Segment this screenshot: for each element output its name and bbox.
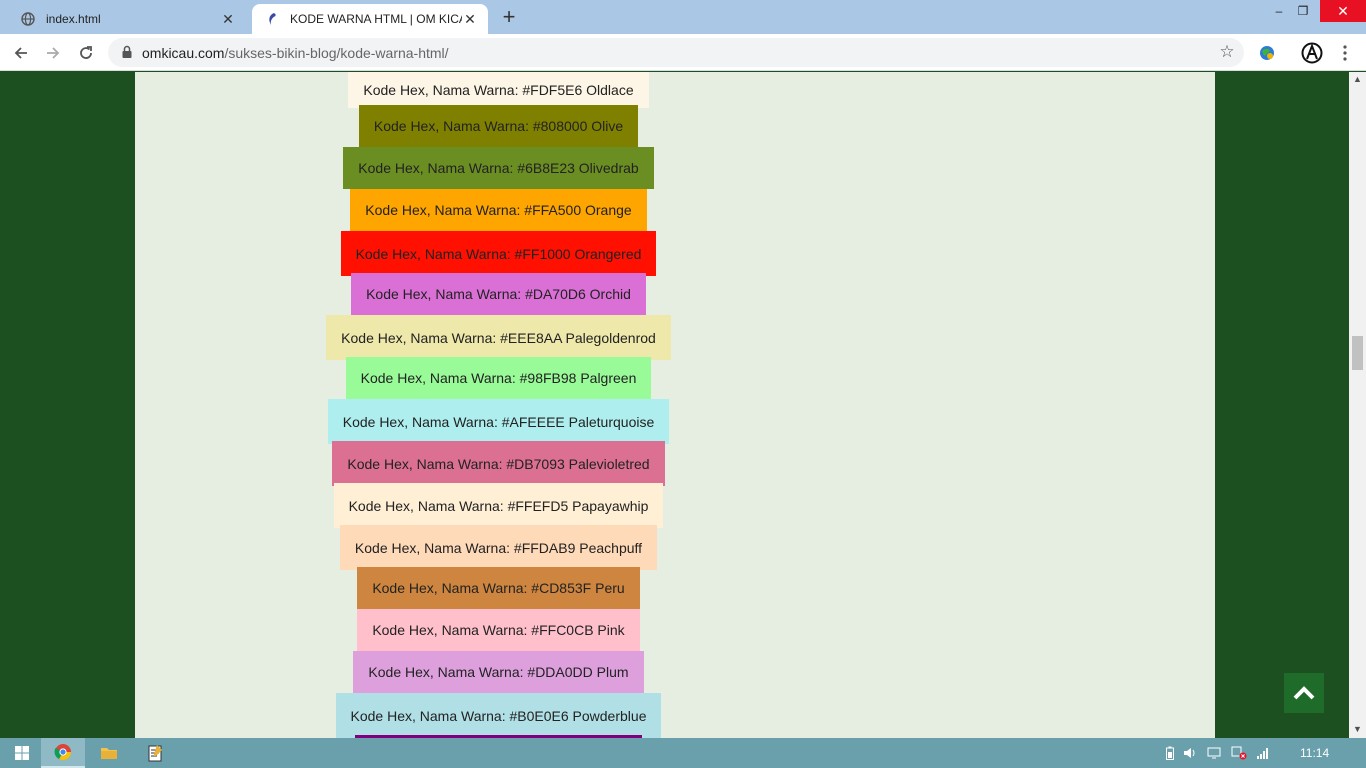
notepad-icon — [148, 745, 162, 762]
tab-title: index.html — [46, 12, 101, 26]
taskbar-file-explorer[interactable] — [87, 738, 131, 768]
color-label: Kode Hex, Nama Warna: #DA70D6 Orchid — [366, 286, 631, 302]
color-swatch: Kode Hex, Nama Warna: #B0E0E6 Powderblue — [336, 693, 661, 738]
volume-icon[interactable] — [1182, 745, 1198, 761]
scrollbar-thumb[interactable] — [1352, 336, 1363, 370]
maximize-button[interactable]: ❐ — [1290, 0, 1316, 22]
bookmark-star-icon[interactable]: ☆ — [1218, 43, 1236, 61]
taskbar-chrome[interactable] — [41, 738, 85, 768]
color-swatch: Kode Hex, Nama Warna: #FFC0CB Pink — [357, 609, 640, 651]
tab-close-icon[interactable]: ✕ — [462, 11, 478, 27]
color-label: Kode Hex, Nama Warna: #DDA0DD Plum — [368, 664, 629, 680]
color-label: Kode Hex, Nama Warna: #AFEEEE Paleturquo… — [342, 413, 655, 430]
color-label: Kode Hex, Nama Warna: #FFC0CB Pink — [372, 622, 625, 638]
reload-icon — [80, 46, 92, 59]
color-label: Kode Hex, Nama Warna: #6B8E23 Olivedrab — [358, 160, 639, 176]
color-swatch: Kode Hex, Nama Warna: #DA70D6 Orchid — [351, 273, 646, 315]
chevron-up-icon — [1293, 686, 1315, 700]
color-label: Kode Hex, Nama Warna: #FF1000 Orangered — [355, 245, 642, 262]
color-swatch: Kode Hex, Nama Warna: #808000 Olive — [359, 105, 638, 147]
scroll-up-arrow-icon[interactable]: ▲ — [1353, 75, 1362, 84]
lock-icon — [122, 45, 132, 58]
window-close-button[interactable]: ✕ — [1320, 0, 1366, 22]
tab-strip: index.html ✕ KODE WARNA HTML | OM KICAU … — [0, 0, 1366, 34]
color-swatch: Kode Hex, Nama Warna: #FDF5E6 Oldlace — [348, 72, 649, 108]
color-label: Kode Hex, Nama Warna: #FFDAB9 Peachpuff — [354, 539, 643, 556]
wifi-signal-icon[interactable] — [1255, 745, 1271, 761]
color-swatch: Kode Hex, Nama Warna: #FF1000 Orangered — [341, 231, 656, 276]
network-error-icon[interactable] — [1231, 745, 1247, 761]
address-bar[interactable]: omkicau.com/sukses-bikin-blog/kode-warna… — [108, 38, 1244, 67]
taskbar-clock[interactable]: 11:14 — [1300, 746, 1329, 760]
color-label: Kode Hex, Nama Warna: #DB7093 Paleviolet… — [347, 455, 650, 472]
color-label: Kode Hex, Nama Warna: #EEE8AA Palegolden… — [341, 329, 656, 346]
tab-kode-warna[interactable]: KODE WARNA HTML | OM KICAU ✕ — [252, 4, 488, 34]
color-swatch: Kode Hex, Nama Warna: #6B8E23 Olivedrab — [343, 147, 654, 189]
url-path: /sukses-bikin-blog/kode-warna-html/ — [224, 45, 449, 61]
color-swatch: Kode Hex, Nama Warna: #FFEFD5 Papayawhip — [334, 483, 663, 528]
folder-icon — [101, 748, 117, 759]
new-tab-button[interactable]: + — [498, 4, 520, 29]
minimize-button[interactable]: – — [1266, 0, 1292, 22]
site-favicon-icon — [264, 11, 280, 27]
arrow-right-icon — [47, 47, 60, 59]
url-text: omkicau.com/sukses-bikin-blog/kode-warna… — [142, 45, 449, 61]
windows-taskbar: 11:14 — [0, 738, 1366, 768]
battery-icon[interactable] — [1162, 745, 1178, 761]
menu-kebab-icon[interactable] — [1334, 42, 1356, 64]
content-column: Kode Hex, Nama Warna: #FDF5E6 Oldlace Ko… — [135, 72, 1215, 738]
color-label: Kode Hex, Nama Warna: #98FB98 Palgreen — [360, 370, 637, 386]
color-label: Kode Hex, Nama Warna: #CD853F Peru — [372, 580, 625, 596]
color-swatch: Kode Hex, Nama Warna: #DDA0DD Plum — [353, 651, 644, 693]
forward-button[interactable] — [42, 42, 64, 64]
color-label: Kode Hex, Nama Warna: #808000 Olive — [373, 118, 624, 134]
display-icon[interactable] — [1206, 745, 1222, 761]
tab-close-icon[interactable]: ✕ — [220, 11, 236, 27]
color-swatch: Kode Hex, Nama Warna: #EEE8AA Palegolden… — [326, 315, 671, 360]
chrome-icon — [54, 744, 72, 761]
color-swatch: Kode Hex, Nama Warna: #AFEEEE Paleturquo… — [328, 399, 669, 444]
tab-title: KODE WARNA HTML | OM KICAU — [290, 12, 462, 26]
taskbar-notepad[interactable] — [133, 738, 177, 768]
page-viewport: Kode Hex, Nama Warna: #FDF5E6 Oldlace Ko… — [0, 72, 1349, 738]
extension-globe-icon[interactable] — [1256, 42, 1278, 64]
vertical-scrollbar[interactable]: ▲ ▼ — [1349, 72, 1366, 738]
browser-toolbar: omkicau.com/sukses-bikin-blog/kode-warna… — [0, 34, 1366, 71]
color-swatch: Kode Hex, Nama Warna: #DB7093 Paleviolet… — [332, 441, 665, 486]
color-label: Kode Hex, Nama Warna: #FDF5E6 Oldlace — [363, 82, 634, 98]
color-label: Kode Hex, Nama Warna: #B0E0E6 Powderblue — [350, 707, 647, 724]
color-label: Kode Hex, Nama Warna: #FFA500 Orange — [365, 202, 632, 218]
windows-logo-icon — [15, 746, 29, 760]
tab-index-html[interactable]: index.html ✕ — [8, 4, 246, 34]
color-swatch: Kode Hex, Nama Warna: #FFDAB9 Peachpuff — [340, 525, 657, 570]
back-to-top-button[interactable] — [1284, 673, 1324, 713]
reload-button[interactable] — [75, 42, 97, 64]
profile-avatar-icon[interactable] — [1301, 42, 1323, 64]
arrow-left-icon — [14, 47, 27, 59]
url-domain: omkicau.com — [142, 45, 225, 61]
color-swatch: Kode Hex, Nama Warna: #CD853F Peru — [357, 567, 640, 609]
color-swatch: Kode Hex, Nama Warna: #FFA500 Orange — [350, 189, 647, 231]
start-button[interactable] — [0, 738, 44, 768]
scroll-down-arrow-icon[interactable]: ▼ — [1353, 725, 1362, 734]
color-label: Kode Hex, Nama Warna: #FFEFD5 Papayawhip — [348, 497, 649, 514]
back-button[interactable] — [10, 42, 32, 64]
color-swatch: Kode Hex, Nama Warna: #98FB98 Palgreen — [346, 357, 651, 399]
globe-icon — [20, 11, 36, 27]
